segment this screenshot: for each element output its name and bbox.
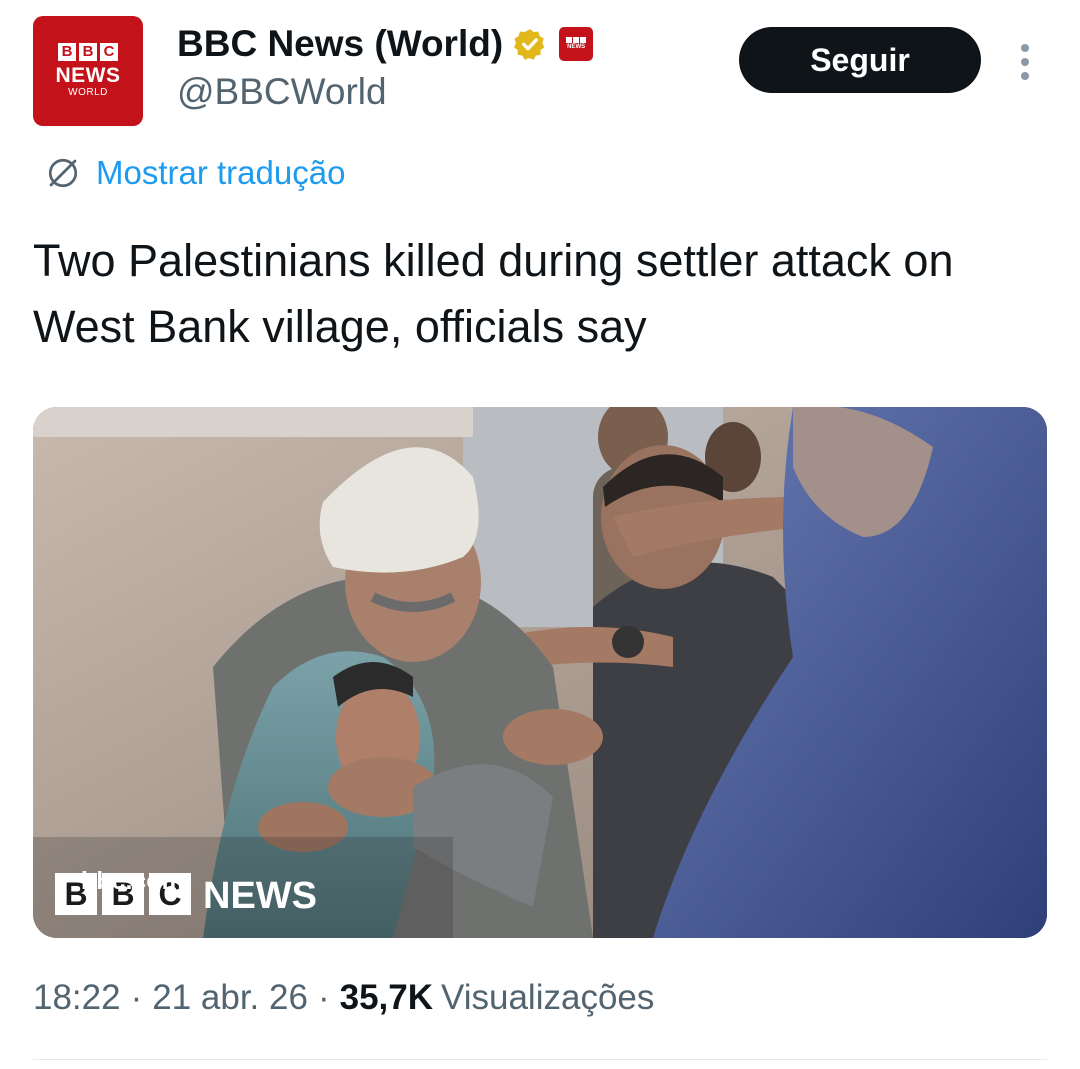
- meta-separator: ·: [130, 978, 143, 1017]
- avatar[interactable]: B B C NEWS WORLD: [33, 16, 143, 126]
- tweet-meta: 18:22 · 21 abr. 26 · 35,7K Visualizações: [33, 978, 654, 1018]
- views-label[interactable]: Visualizações: [441, 978, 654, 1018]
- show-translation-link[interactable]: Mostrar tradução: [45, 150, 345, 196]
- tweet-time[interactable]: 18:22: [33, 978, 121, 1018]
- display-name[interactable]: BBC News (World): [177, 23, 503, 65]
- affiliate-badge-icon: NEWS: [559, 27, 594, 61]
- watermark-news-text: NEWS: [203, 875, 317, 917]
- tweet-date[interactable]: 21 abr. 26: [152, 978, 308, 1018]
- handle[interactable]: @BBCWorld: [177, 71, 387, 113]
- avatar-bbc-logo: B B C: [58, 42, 118, 61]
- watermark-site-text: bbc.com: [81, 867, 184, 895]
- follow-button[interactable]: Seguir: [739, 27, 981, 93]
- tweet-photo[interactable]: B B C NEWS bbc.com: [33, 407, 1047, 938]
- tweet-text: Two Palestinians killed during settler a…: [33, 235, 954, 352]
- divider: [33, 1059, 1047, 1060]
- avatar-news-text: NEWS: [55, 63, 121, 87]
- tweet: B B C NEWS WORLD BBC News (World) NEWS @…: [0, 0, 1080, 1069]
- globe-icon: [48, 158, 78, 188]
- author-name-row: BBC News (World) NEWS: [177, 22, 594, 66]
- views-count[interactable]: 35,7K: [340, 978, 433, 1018]
- show-translation-label: Mostrar tradução: [96, 154, 346, 191]
- photo-illustration: [33, 407, 1047, 938]
- verified-badge-icon: [514, 29, 545, 60]
- avatar-world-text: WORLD: [68, 86, 108, 98]
- meta-separator: ·: [317, 978, 330, 1017]
- more-vertical-icon[interactable]: [1010, 40, 1040, 84]
